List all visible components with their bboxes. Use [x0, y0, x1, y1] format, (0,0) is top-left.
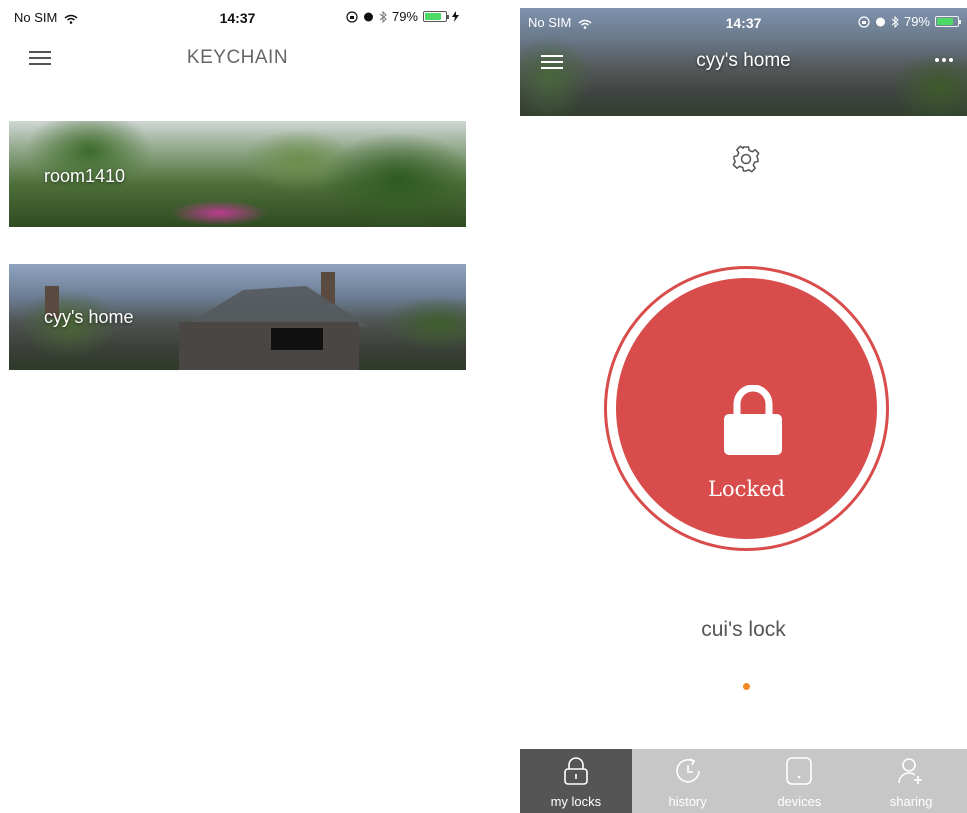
lock-detail-screen: No SIM 14:37 79% cyy's home Locked cui's… [520, 0, 967, 813]
padlock-icon [724, 385, 782, 455]
status-bar: No SIM 14:37 79% [0, 0, 475, 34]
history-icon [675, 758, 700, 783]
status-bar: No SIM 14:37 79% [520, 8, 967, 38]
rotation-lock-icon [346, 10, 358, 23]
bluetooth-icon [891, 15, 899, 28]
nav-bar: KEYCHAIN [0, 34, 475, 82]
status-right: 79% [346, 9, 459, 24]
status-right: 79% [858, 14, 961, 29]
tab-history[interactable]: history [632, 749, 744, 813]
keychain-screen: No SIM 14:37 79% KEYCHAIN room1410 cyy's… [0, 0, 475, 813]
more-options-icon[interactable] [935, 58, 953, 62]
lock-toggle-button[interactable]: Locked [604, 266, 889, 551]
rotation-lock-icon [858, 15, 870, 28]
lock-icon [564, 757, 588, 785]
tab-label: my locks [550, 794, 602, 809]
tab-my-locks[interactable]: my locks [520, 749, 632, 813]
lock-name: cui's lock [701, 618, 786, 641]
battery-percent: 79% [391, 9, 418, 24]
page-title: KEYCHAIN [186, 47, 289, 68]
keychain-card-room1410[interactable]: room1410 [9, 121, 466, 227]
header-image: No SIM 14:37 79% cyy's home [520, 8, 967, 116]
alarm-icon [363, 12, 373, 22]
device-icon [786, 757, 813, 785]
battery-icon [423, 11, 449, 22]
tab-bar: my locks history devices sharing [520, 749, 967, 813]
keychain-card-cyys-home[interactable]: cyy's home [9, 264, 466, 370]
card-label: room1410 [44, 166, 126, 186]
add-user-icon [898, 758, 923, 784]
tab-devices[interactable]: devices [744, 749, 856, 813]
battery-percent: 79% [903, 14, 930, 29]
lock-state-label: Locked [708, 477, 785, 501]
alarm-icon [875, 17, 885, 27]
page-indicator-dot [743, 683, 750, 690]
battery-icon [935, 16, 961, 27]
bluetooth-icon [379, 10, 387, 23]
charging-icon [452, 11, 459, 22]
tab-label: sharing [889, 794, 933, 809]
tab-label: devices [777, 794, 822, 809]
lock-status-circle: Locked [616, 278, 877, 539]
lock-group-title: cyy's home [696, 50, 791, 71]
tab-sharing[interactable]: sharing [855, 749, 967, 813]
settings-gear-icon[interactable] [731, 144, 761, 174]
tab-label: history [668, 794, 707, 809]
card-label: cyy's home [44, 307, 134, 327]
